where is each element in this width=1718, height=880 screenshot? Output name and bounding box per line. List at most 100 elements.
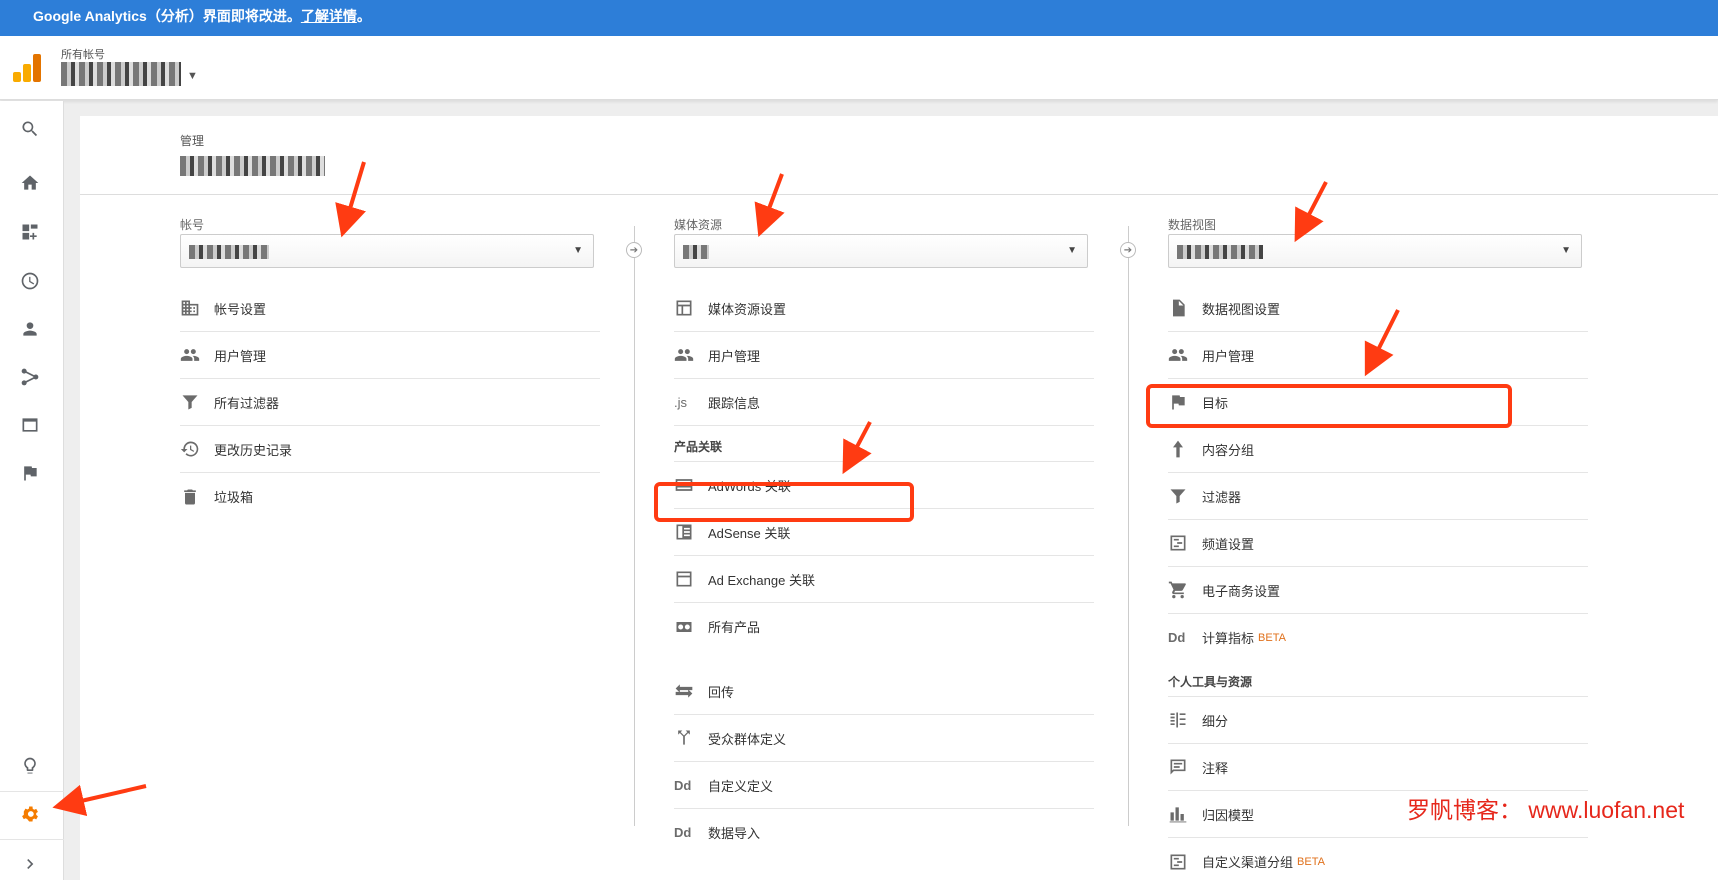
item-label: 数据导入 xyxy=(708,826,761,841)
all-products-item[interactable]: 所有产品 xyxy=(674,603,1094,650)
item-label: 数据视图设置 xyxy=(1202,301,1281,317)
account-column-title: 帐号 xyxy=(180,218,205,232)
beta-badge: BETA xyxy=(1258,631,1286,644)
dashboard-add-icon[interactable] xyxy=(16,218,44,246)
item-label: 所有过滤器 xyxy=(214,395,280,411)
ecommerce-settings-item[interactable]: 电子商务设置 xyxy=(1168,567,1588,614)
behavior-icon[interactable] xyxy=(16,411,44,439)
ad-exchange-linking-item[interactable]: Ad Exchange 关联 xyxy=(674,556,1094,603)
custom-definitions-item[interactable]: Dd 自定义定义 xyxy=(674,762,1094,809)
property-select[interactable]: ▼ xyxy=(674,234,1088,268)
beta-badge: BETA xyxy=(1297,855,1325,868)
filters-item[interactable]: 过滤器 xyxy=(1168,473,1588,520)
clock-icon[interactable] xyxy=(16,267,44,295)
column-separator xyxy=(1128,226,1129,826)
personal-tools-heading: 个人工具与资源 xyxy=(1168,661,1588,697)
view-settings-item[interactable]: 数据视图设置 xyxy=(1168,285,1588,332)
item-label: 电子商务设置 xyxy=(1202,583,1281,599)
people-icon xyxy=(180,345,214,365)
content-grouping-item[interactable]: 内容分组 xyxy=(1168,426,1588,473)
item-label: 用户管理 xyxy=(708,348,761,364)
search-icon[interactable] xyxy=(16,115,44,143)
people-icon xyxy=(674,345,708,365)
swap-icon xyxy=(674,681,708,701)
data-import-item[interactable]: Dd 数据导入 xyxy=(674,809,1094,856)
dd-icon: Dd xyxy=(674,825,692,840)
property-column: 媒体资源 ▼ 媒体资源设置 用户管理 .js 跟踪信息 产品关联 AdWords … xyxy=(674,216,1104,856)
view-column-title: 数据视图 xyxy=(1168,218,1217,232)
custom-channel-grouping-item[interactable]: 自定义渠道分组 BETA xyxy=(1168,838,1588,880)
column-separator xyxy=(634,226,635,826)
audience-definitions-item[interactable]: 受众群体定义 xyxy=(674,715,1094,762)
channel-icon xyxy=(1168,852,1202,872)
tracking-info-item[interactable]: .js 跟踪信息 xyxy=(674,379,1094,426)
adsense-icon xyxy=(674,522,708,542)
comment-icon xyxy=(1168,757,1202,777)
window-icon xyxy=(674,298,708,318)
annotations-item[interactable]: 注释 xyxy=(1168,744,1588,791)
item-label: 计算指标 xyxy=(1202,631,1255,646)
person-icon[interactable] xyxy=(16,315,44,343)
item-label: Ad Exchange 关联 xyxy=(708,572,815,588)
dd-icon: Dd xyxy=(674,777,692,793)
flag-icon[interactable] xyxy=(16,459,44,487)
chevron-down-icon[interactable]: ▼ xyxy=(573,245,583,256)
account-select[interactable]: ▼ xyxy=(180,234,594,268)
adwords-highlight-box xyxy=(654,482,914,522)
chevron-down-icon[interactable]: ▼ xyxy=(1067,245,1077,256)
learn-more-link[interactable]: 了解详情 xyxy=(301,8,357,24)
goals-highlight-box xyxy=(1146,384,1512,428)
person-walk-icon xyxy=(1168,439,1202,459)
panel-divider xyxy=(80,194,1718,195)
banner-text: Google Analytics（分析）界面即将改进。 xyxy=(33,8,301,24)
account-picker-name[interactable] xyxy=(61,62,181,86)
left-sidebar xyxy=(0,101,64,880)
sidebar-divider xyxy=(0,791,64,792)
building-icon xyxy=(180,298,214,318)
filter-icon xyxy=(1168,486,1202,506)
chevron-right-icon[interactable] xyxy=(16,850,44,878)
account-column: 帐号 ▼ 帐号设置 用户管理 所有过滤器 更改历史记录 垃圾箱 xyxy=(180,216,610,520)
dd-icon: Dd xyxy=(1168,630,1186,645)
js-icon: .js xyxy=(674,394,687,410)
item-label: 更改历史记录 xyxy=(214,442,293,458)
item-label: AdSense 关联 xyxy=(708,525,791,541)
view-user-management-item[interactable]: 用户管理 xyxy=(1168,332,1588,379)
property-column-title: 媒体资源 xyxy=(674,218,723,232)
account-settings-item[interactable]: 帐号设置 xyxy=(180,285,600,332)
top-header: 所有帐号 ▼ xyxy=(0,36,1718,100)
chevron-down-icon[interactable]: ▼ xyxy=(187,70,198,82)
item-label: 跟踪信息 xyxy=(708,395,761,411)
lightbulb-icon[interactable] xyxy=(16,752,44,780)
sidebar-divider xyxy=(0,839,64,840)
account-user-management-item[interactable]: 用户管理 xyxy=(180,332,600,379)
segment-icon xyxy=(1168,710,1202,730)
analytics-logo-icon[interactable] xyxy=(13,54,41,82)
all-filters-item[interactable]: 所有过滤器 xyxy=(180,379,600,426)
channel-settings-item[interactable]: 频道设置 xyxy=(1168,520,1588,567)
trash-item[interactable]: 垃圾箱 xyxy=(180,473,600,520)
chevron-down-icon[interactable]: ▼ xyxy=(1561,245,1571,256)
doc-icon xyxy=(1168,298,1202,318)
item-label: 回传 xyxy=(708,684,735,700)
acquisition-icon[interactable] xyxy=(16,363,44,391)
cart-icon xyxy=(1168,580,1202,600)
change-history-item[interactable]: 更改历史记录 xyxy=(180,426,600,473)
home-icon[interactable] xyxy=(16,169,44,197)
postbacks-item[interactable]: 回传 xyxy=(674,668,1094,715)
segments-item[interactable]: 细分 xyxy=(1168,697,1588,744)
arrow-right-icon: ➔ xyxy=(1120,242,1136,258)
item-label: 自定义定义 xyxy=(708,778,774,794)
history-icon xyxy=(180,439,214,459)
calculated-metrics-item[interactable]: Dd 计算指标 BETA xyxy=(1168,614,1588,661)
trash-icon xyxy=(180,487,214,507)
item-label: 所有产品 xyxy=(708,620,761,635)
gear-icon[interactable] xyxy=(16,800,44,828)
item-label: 帐号设置 xyxy=(214,301,267,317)
property-select-value xyxy=(683,245,709,259)
bars-icon xyxy=(1168,804,1202,824)
view-select[interactable]: ▼ xyxy=(1168,234,1582,268)
property-settings-item[interactable]: 媒体资源设置 xyxy=(674,285,1094,332)
property-user-management-item[interactable]: 用户管理 xyxy=(674,332,1094,379)
item-label: 内容分组 xyxy=(1202,442,1255,458)
